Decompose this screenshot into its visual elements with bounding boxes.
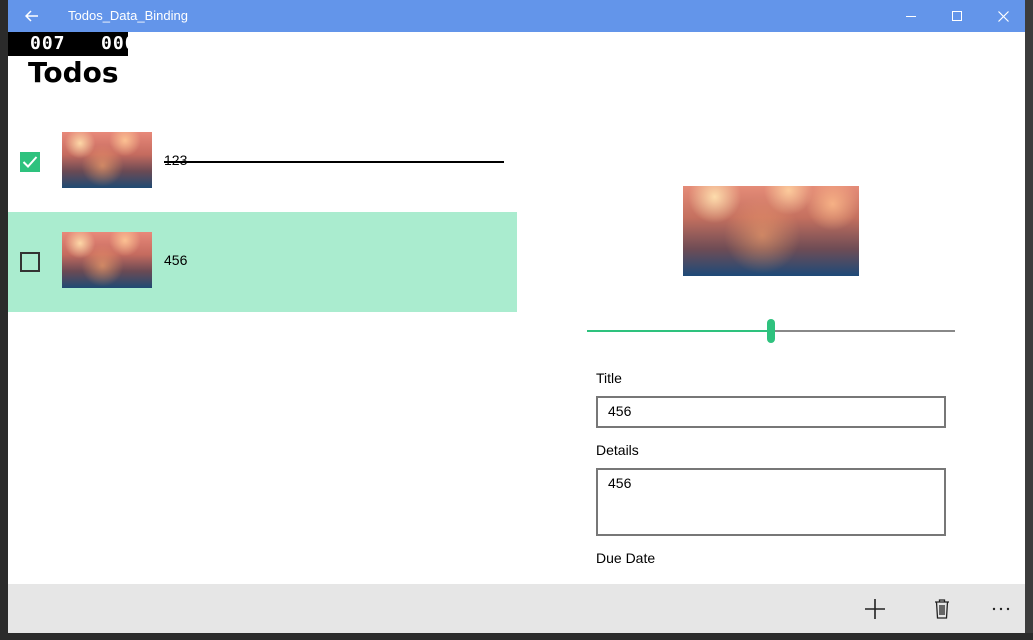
todo-title: 456 [164,252,188,268]
todo-checkbox[interactable] [20,152,40,172]
delete-button[interactable] [925,592,959,626]
page-title: Todos [28,56,119,89]
background-window-edge [1025,0,1033,640]
detail-image [683,186,859,276]
maximize-icon [952,11,962,21]
details-label: Details [596,442,639,458]
slider-thumb[interactable] [767,319,775,343]
slider-fill [587,330,771,332]
app-window: Todos_Data_Binding 007 000 Todos 123 456 [8,0,1025,633]
window-title: Todos_Data_Binding [68,8,188,23]
todo-list-item[interactable]: 456 [8,212,517,312]
close-icon [997,10,1009,22]
todo-list-item[interactable]: 123 [8,112,517,212]
command-bar [8,584,1025,633]
minimize-icon [906,15,916,17]
title-label: Title [596,370,622,386]
frame-counter-right: 000 [101,33,137,54]
delete-icon [935,599,949,619]
background-window-edge [0,633,1033,640]
image-size-slider[interactable] [587,318,955,344]
close-button[interactable] [980,0,1025,32]
back-button[interactable] [20,4,44,28]
strikethrough-line [164,161,504,163]
maximize-button[interactable] [934,0,980,32]
due-date-label: Due Date [596,550,656,566]
more-button[interactable] [984,592,1018,626]
todo-checkbox[interactable] [20,252,40,272]
frame-rate-counter: 007 000 [8,32,136,56]
frame-counter-left: 007 [30,33,66,54]
todo-title: 123 [164,152,188,168]
todo-thumbnail [62,232,152,288]
add-icon [865,599,885,619]
details-input[interactable]: 456 [596,468,946,536]
back-arrow-icon [25,10,38,22]
checkmark-icon [22,156,38,168]
more-icon [992,607,1010,611]
title-input[interactable]: 456 [596,396,946,428]
title-bar: Todos_Data_Binding [8,0,1025,32]
minimize-button[interactable] [888,0,934,32]
todo-thumbnail [62,132,152,188]
add-button[interactable] [858,592,892,626]
